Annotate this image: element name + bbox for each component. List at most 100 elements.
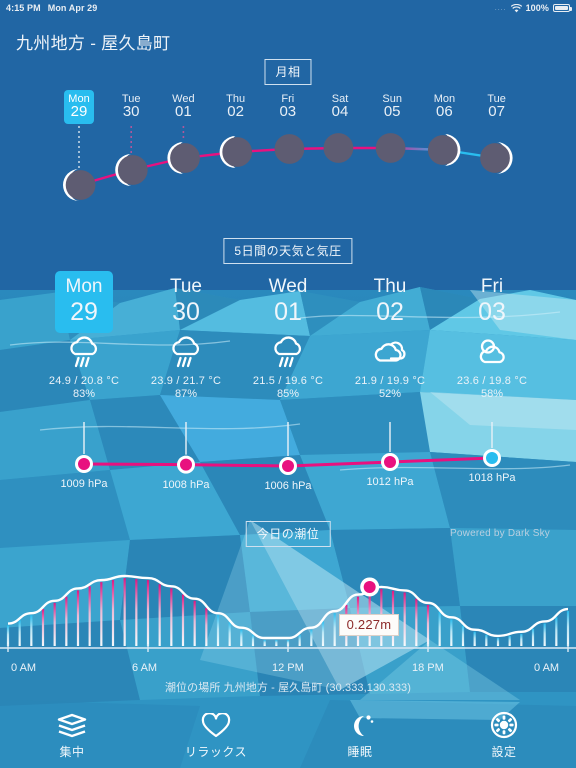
tab-focus-label: 集中	[59, 744, 85, 759]
weather-humidity: 87%	[174, 388, 198, 400]
pressure-dot[interactable]	[282, 460, 294, 472]
weather-day-number: 30	[172, 298, 200, 326]
tide-axis-label: 0 AM	[11, 662, 37, 674]
moon-day-06[interactable]: Mon 06	[422, 92, 466, 119]
tide-bar	[135, 579, 138, 646]
tide-bar	[321, 621, 325, 646]
tide-bar	[30, 615, 33, 646]
tide-bar	[100, 582, 103, 646]
tide-bar	[461, 625, 465, 646]
weather-temperature: 21.5 / 19.6 °C	[252, 375, 324, 387]
moon-day-number: 04	[331, 103, 349, 120]
tide-bar	[415, 598, 418, 646]
attribution-label: Powered by Dark Sky	[450, 528, 550, 539]
section-header-weather: 5日間の天気と気圧	[223, 238, 353, 264]
weather-day-number: 29	[70, 298, 98, 326]
tide-bar	[555, 617, 558, 646]
status-right-group: .... 100%	[495, 3, 572, 13]
weather-temperature: 23.9 / 21.7 °C	[150, 375, 222, 387]
moon-day-05[interactable]: Sun 05	[370, 92, 414, 119]
moon-day-04[interactable]: Sat 04	[318, 92, 362, 119]
tide-bar	[403, 592, 406, 646]
moon-day-30[interactable]: Tue 30	[109, 92, 153, 119]
pressure-dot[interactable]	[180, 458, 192, 471]
moon-day-03[interactable]: Fri 03	[266, 92, 310, 119]
tide-bar	[473, 631, 476, 646]
tab-relax[interactable]: リラックス	[144, 711, 288, 760]
tide-bar	[426, 604, 430, 646]
weather-day-29[interactable]: Mon 29 24.9 / 20.8 °C 83%	[32, 271, 136, 400]
tide-bar	[88, 586, 91, 646]
tab-sleep-label: 睡眠	[347, 744, 373, 759]
tide-bar	[76, 590, 80, 646]
moon-day-number: 05	[383, 103, 401, 120]
weather-humidity: 58%	[480, 388, 504, 400]
tide-bar	[170, 588, 173, 646]
pressure-label: 1018 hPa	[468, 472, 516, 484]
tide-value-badge: 0.227m	[338, 613, 400, 636]
tab-focus[interactable]: 集中	[0, 711, 144, 760]
tide-chart[interactable]	[0, 552, 576, 662]
tide-bar	[18, 620, 21, 646]
pressure-dot[interactable]	[78, 458, 90, 470]
heart-icon	[201, 711, 231, 739]
pressure-dot[interactable]	[486, 452, 498, 464]
weather-day-number: 01	[274, 298, 302, 326]
weather-weekday: Tue	[169, 276, 203, 297]
tide-bar	[240, 629, 243, 646]
status-date: Mon Apr 29	[47, 3, 98, 13]
tide-bar	[146, 580, 150, 646]
weather-weekday: Wed	[268, 276, 308, 297]
pressure-label: 1008 hPa	[162, 478, 210, 491]
weather-temperature: 23.6 / 19.8 °C	[456, 375, 528, 387]
weather-day-number: 02	[376, 298, 404, 326]
moon-day-07[interactable]: Tue 07	[475, 92, 519, 119]
moon-day-number: 06	[436, 103, 453, 120]
tide-axis-label: 12 PM	[272, 662, 304, 674]
moon-day-29[interactable]: Mon 29	[57, 90, 101, 124]
tab-sleep[interactable]: 睡眠	[288, 711, 432, 760]
weather-day-01[interactable]: Wed 01 21.5 / 19.6 °C 85%	[236, 276, 340, 400]
wifi-icon	[510, 3, 522, 13]
tide-marker-dot[interactable]	[363, 580, 376, 593]
weather-day-03[interactable]: Fri 03 23.6 / 19.8 °C 58%	[440, 276, 544, 400]
tide-bar	[520, 633, 523, 646]
tide-axis-label: 18 PM	[412, 662, 444, 674]
moon-day-number: 30	[122, 103, 140, 120]
section-header-moon-phase: 月相	[264, 59, 312, 85]
tide-bar	[438, 612, 441, 646]
tab-relax-label: リラックス	[184, 744, 248, 759]
tide-bar	[123, 578, 126, 646]
tide-bar	[310, 629, 313, 646]
rain-cloud-icon	[134, 333, 238, 373]
tide-bar	[216, 615, 220, 646]
tide-bar	[205, 607, 208, 646]
moon-day-01[interactable]: Wed 01	[161, 92, 205, 119]
moon-icon-waxing-crescent-right-lit	[480, 142, 513, 174]
weather-weekday: Thu	[373, 276, 407, 297]
moon-day-number: 07	[488, 103, 505, 120]
weather-day-02[interactable]: Thu 02 21.9 / 19.9 °C 52%	[338, 276, 442, 400]
tab-settings[interactable]: 設定	[432, 711, 576, 760]
weather-humidity: 83%	[72, 388, 96, 400]
pressure-dot[interactable]	[384, 456, 396, 468]
tide-chart-container[interactable]: 0.227m 0 AM 6 AM 12 PM 18 PM 0 AM 潮位の場所 九州地方…	[0, 552, 576, 694]
partly-cloudy-icon	[440, 333, 544, 373]
moon-day-02[interactable]: Thu 02	[214, 92, 258, 119]
tide-bar	[275, 640, 278, 646]
weather-day-30[interactable]: Tue 30 23.9 / 21.7 °C 87%	[134, 276, 238, 400]
status-time: 4:15 PM	[6, 3, 41, 13]
tide-bar	[333, 613, 336, 646]
moon-phase-strip: Mon 29 Tue 30 Wed 01 Thu 02 Fri 03 Sat 04 Sun 05 Mon 06…	[0, 90, 576, 207]
moon-stars-icon	[345, 711, 375, 739]
moon-icon-new-moon	[375, 133, 406, 163]
bottom-tab-bar: 集中 リラックス 睡眠 設定	[0, 702, 576, 768]
moon-icon-new-moon	[323, 133, 354, 163]
tide-bar	[53, 602, 56, 646]
rain-cloud-icon	[236, 333, 340, 373]
battery-full-icon	[553, 4, 572, 12]
moon-day-number: 03	[279, 103, 297, 120]
moon-icon-waning-crescent-left-lit	[115, 154, 148, 186]
tide-bar	[531, 628, 535, 646]
moon-icon-new-moon	[219, 136, 253, 168]
